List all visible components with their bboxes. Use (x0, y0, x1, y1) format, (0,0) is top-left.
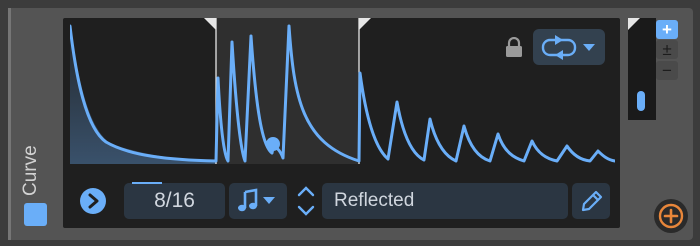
lock-icon[interactable] (505, 36, 523, 57)
region-marker (628, 18, 640, 30)
zoom-in-button[interactable]: + (656, 20, 678, 39)
chevron-down-icon (263, 197, 275, 204)
curve-handle (266, 137, 280, 151)
zoom-toggle-button[interactable]: ± (656, 40, 678, 59)
loop-mode-button[interactable] (533, 29, 605, 65)
plus-circle-icon (658, 203, 684, 229)
mode-stepper[interactable] (295, 184, 317, 218)
steps-indicator (132, 182, 162, 184)
play-icon (88, 193, 99, 209)
curve-fill (70, 24, 216, 164)
region-marker (359, 18, 371, 30)
mode-field[interactable]: Reflected (322, 183, 568, 219)
zoom-out-button[interactable]: − (656, 61, 678, 80)
device-strip-edge (8, 8, 11, 240)
steps-value: 8/16 (154, 189, 195, 212)
add-button[interactable] (654, 199, 688, 233)
note-icon (238, 188, 258, 212)
device-title: Curve (20, 145, 41, 196)
steps-field[interactable]: 8/16 (124, 182, 225, 219)
mode-value: Reflected (334, 190, 415, 211)
chevron-down-icon (297, 205, 315, 216)
device-color-swatch[interactable] (24, 203, 47, 226)
edit-button[interactable] (572, 183, 610, 219)
loop-icon (541, 35, 595, 60)
region-marker (204, 18, 216, 30)
scrollbar-thumb[interactable] (637, 91, 645, 111)
play-button[interactable] (80, 188, 106, 214)
pencil-icon (581, 190, 603, 212)
note-rate-dropdown[interactable] (229, 183, 287, 219)
chevron-down-icon (583, 44, 595, 51)
chevron-up-icon (297, 186, 315, 197)
